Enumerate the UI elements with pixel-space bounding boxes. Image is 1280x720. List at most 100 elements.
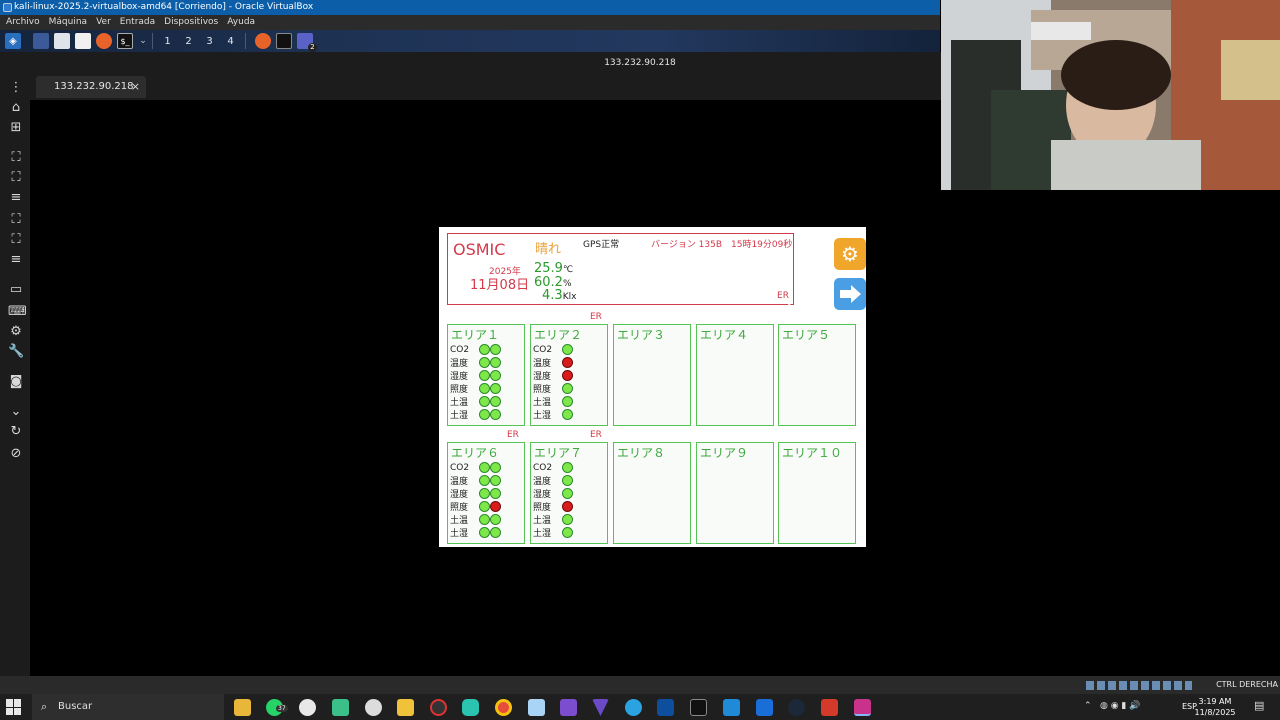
winrar-icon[interactable] (821, 699, 838, 716)
discord-like-icon[interactable] (462, 699, 479, 716)
camera-icon[interactable]: ◙ (8, 374, 24, 390)
terminal-icon[interactable] (690, 699, 707, 716)
workspace-3[interactable]: 3 (199, 36, 220, 47)
keyboard-icon[interactable]: ⌨ (8, 304, 27, 320)
new-connection-icon[interactable]: ⊞ (8, 120, 24, 136)
firefox-window-icon[interactable] (255, 33, 271, 49)
area-panel[interactable]: エリア２ CO2 温度 湿度 照度 土温 土湿 (530, 324, 608, 426)
sensor-row: 温度 (450, 474, 501, 487)
proton-vpn-icon[interactable] (592, 699, 609, 716)
device-status-icons[interactable] (1086, 681, 1192, 690)
chatgpt-icon[interactable] (299, 699, 316, 716)
app-icon[interactable] (365, 699, 382, 716)
gps-status: GPS正常 (583, 240, 620, 250)
area-panel[interactable]: エリア１０ (778, 442, 856, 544)
sensor-label: 土温 (533, 398, 552, 408)
terminal-icon[interactable]: $_ (117, 33, 133, 49)
wrench-icon[interactable]: 🔧 (8, 344, 24, 360)
scale-icon[interactable]: ⛶ (8, 212, 24, 228)
taskbar-search[interactable]: ⌕ Buscar (32, 694, 224, 720)
remote-viewer-window-icon[interactable]: 2 (297, 33, 317, 52)
settings-button[interactable]: ⚙ (834, 238, 866, 270)
whatsapp-icon[interactable]: 37 (266, 699, 288, 716)
area-panel[interactable]: エリア５ (778, 324, 856, 426)
purple-app-icon[interactable] (560, 699, 577, 716)
list-icon[interactable]: ≡ (8, 252, 24, 268)
menu-archivo[interactable]: Archivo (6, 15, 40, 30)
remote-host-title: 133.232.90.218 (604, 58, 676, 68)
area-panel[interactable]: エリア７ CO2 温度 湿度 照度 土温 土湿 (530, 442, 608, 544)
telegram-icon[interactable] (625, 699, 642, 716)
powershell-icon[interactable] (657, 699, 674, 716)
display-icon[interactable]: ▭ (8, 282, 24, 298)
area-title: エリア１０ (782, 446, 843, 460)
sensor-label: 湿度 (533, 372, 552, 382)
folder-stack-icon[interactable] (397, 699, 414, 716)
more-vertical-icon[interactable]: ⋮ (8, 80, 24, 96)
disconnect-icon[interactable]: ⊘ (8, 446, 24, 462)
workspace-1[interactable]: 1 (157, 36, 178, 47)
taskbar-clock[interactable]: 3:19 AM 11/8/2025 (1192, 696, 1238, 718)
chevron-down-icon[interactable]: ⌄ (8, 404, 24, 420)
alert-indicator-dot (562, 357, 573, 368)
area-panel[interactable]: エリア８ (613, 442, 691, 544)
vim-icon[interactable] (332, 699, 349, 716)
fullscreen-icon[interactable]: ⛶ (8, 170, 24, 186)
menu-entrada[interactable]: Entrada (120, 15, 155, 30)
file-explorer-icon[interactable] (234, 699, 251, 716)
menu-lines-icon[interactable]: ≡ (8, 190, 24, 206)
next-page-button[interactable] (834, 278, 866, 310)
chrome-icon[interactable] (495, 699, 512, 716)
qbittorrent-icon[interactable] (756, 699, 773, 716)
chevron-down-icon[interactable]: ⌄ (138, 33, 148, 49)
firefox-icon[interactable] (96, 33, 112, 49)
steam-icon[interactable] (788, 699, 805, 716)
menu-ayuda[interactable]: Ayuda (227, 15, 255, 30)
resize-icon[interactable]: ⛶ (8, 232, 24, 248)
sensor-label: 温度 (450, 359, 469, 369)
area-panel[interactable]: エリア９ (696, 442, 774, 544)
remote-viewer-icon[interactable] (854, 699, 871, 716)
start-button[interactable] (6, 699, 22, 715)
kali-menu-icon[interactable]: ◈ (5, 33, 21, 49)
area-panel[interactable]: エリア１ CO2 温度 湿度 照度 土温 土湿 (447, 324, 525, 426)
obs-icon[interactable] (430, 699, 447, 716)
area-panel[interactable]: エリア３ (613, 324, 691, 426)
sensor-label: 土温 (450, 516, 469, 526)
vscode-icon[interactable] (723, 699, 740, 716)
refresh-icon[interactable]: ↻ (8, 424, 24, 440)
ok-indicator-dot (479, 527, 490, 538)
tray-chevron-icon[interactable]: ⌃ (1084, 701, 1092, 711)
notification-icon[interactable]: ▤ (1254, 699, 1264, 712)
sensor-row: 温度 (533, 356, 573, 369)
sensor-label: 湿度 (450, 490, 469, 500)
sensor-row: CO2 (533, 461, 573, 474)
date-label: 11月08日 (470, 278, 530, 293)
ok-indicator-dot (562, 488, 573, 499)
terminal-window-icon[interactable] (276, 33, 292, 49)
area-panel[interactable]: エリア４ (696, 324, 774, 426)
menu-dispositivos[interactable]: Dispositivos (164, 15, 218, 30)
sensor-label: 土湿 (450, 529, 469, 539)
brand-title: OSMIC (453, 240, 506, 259)
ok-indicator-dot (490, 383, 501, 394)
area-error-tag: ER (507, 430, 519, 440)
tray-icons[interactable]: ◍ ◉ ▮ 🔊 (1100, 701, 1140, 711)
vbox-title-bar: kali-linux-2025.2-virtualbox-amd64 [Corr… (0, 0, 940, 15)
menu-ver[interactable]: Ver (96, 15, 111, 30)
notes-icon[interactable] (528, 699, 545, 716)
area-panel[interactable]: エリア６ CO2 温度 湿度 照度 土温 土湿 (447, 442, 525, 544)
show-desktop-icon[interactable] (33, 33, 49, 49)
tab-connection[interactable]: 133.232.90.218 × (36, 76, 146, 98)
home-icon[interactable]: ⌂ (8, 100, 24, 116)
workspace-2[interactable]: 2 (178, 36, 199, 47)
close-icon[interactable]: × (131, 76, 140, 98)
menu-maquina[interactable]: Máquina (49, 15, 87, 30)
workspace-4[interactable]: 4 (220, 36, 241, 47)
search-placeholder: Buscar (58, 701, 93, 712)
file-manager-icon[interactable] (54, 33, 70, 49)
gear-icon[interactable]: ⚙ (8, 324, 24, 340)
text-editor-icon[interactable] (75, 33, 91, 49)
vbox-menu-bar: Archivo Máquina Ver Entrada Dispositivos… (0, 15, 940, 30)
fit-screen-icon[interactable]: ⛶ (8, 150, 24, 166)
